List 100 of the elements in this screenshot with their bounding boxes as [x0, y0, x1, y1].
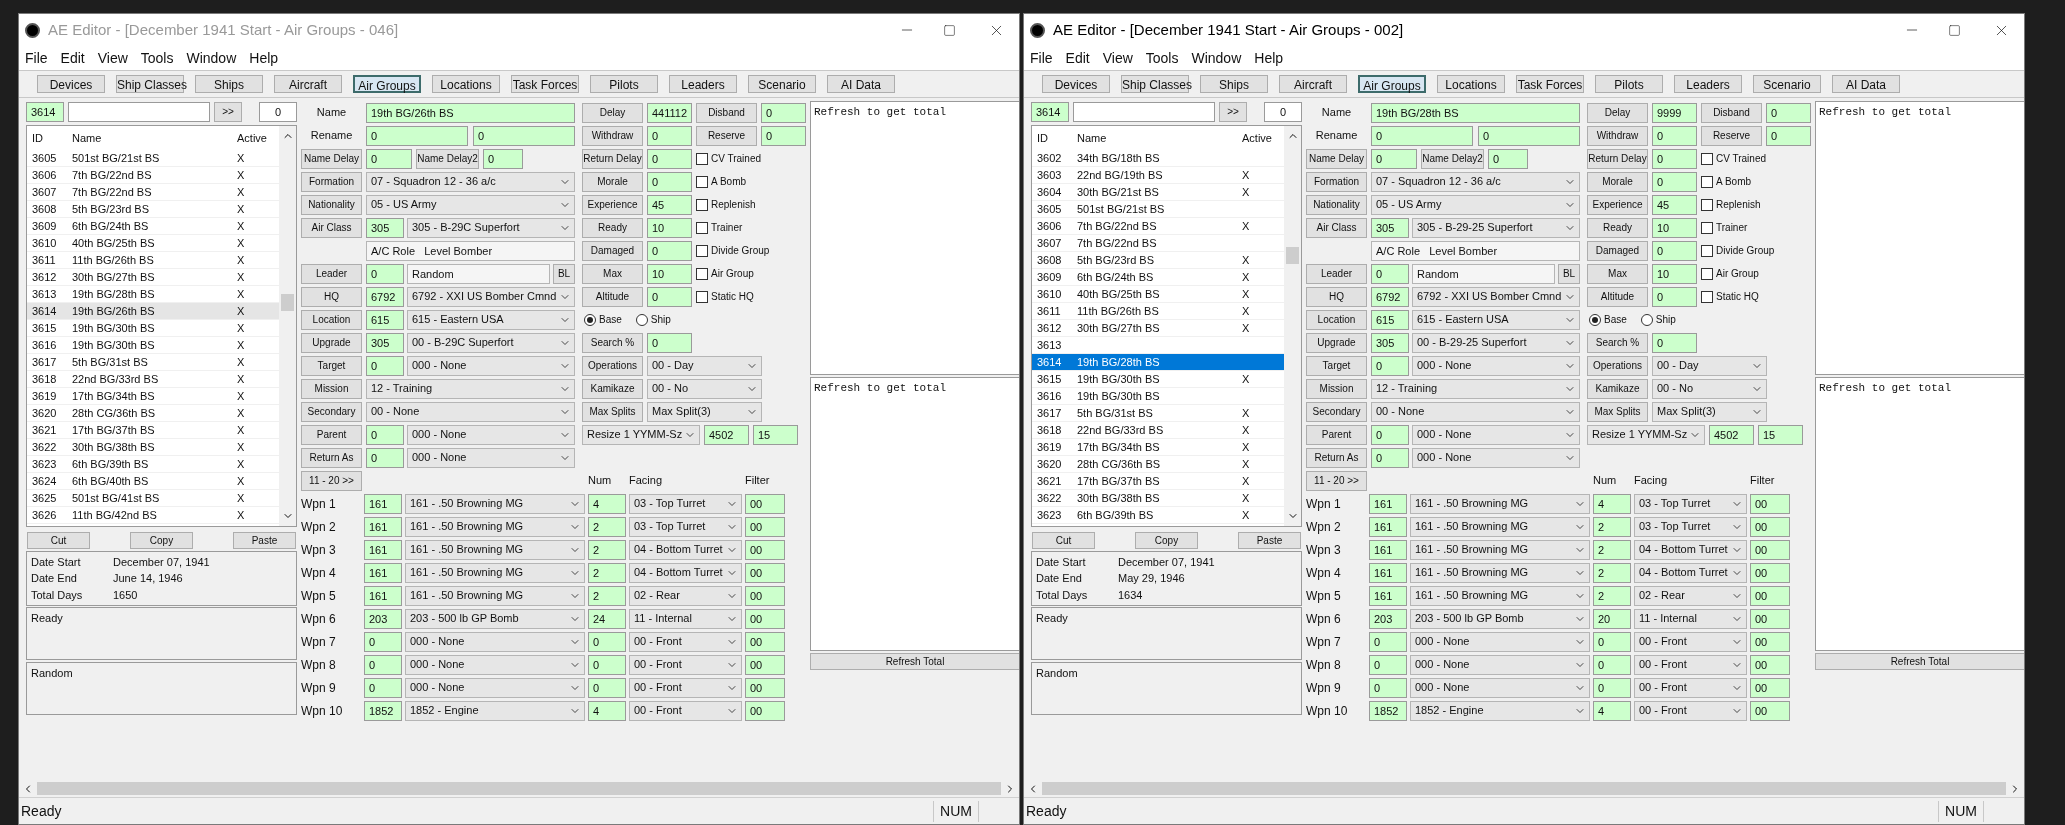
maximize-icon[interactable]: [1948, 23, 1961, 37]
label-button[interactable]: Delay: [1587, 102, 1648, 123]
label-button[interactable]: Withdraw: [582, 125, 643, 146]
input-field[interactable]: 0: [1593, 677, 1631, 698]
list-row[interactable]: 3605 501st BG/21st BS: [1032, 201, 1284, 218]
label-button[interactable]: Location: [1306, 309, 1367, 330]
input-field[interactable]: 203: [1369, 608, 1407, 629]
dropdown[interactable]: 12 - Training: [366, 378, 575, 399]
label-button[interactable]: Target: [1306, 355, 1367, 376]
bl-button[interactable]: BL: [1558, 263, 1580, 284]
label-button[interactable]: Name Delay2: [416, 148, 479, 169]
scroll-thumb[interactable]: [281, 294, 294, 311]
input-field[interactable]: 9999: [1652, 102, 1697, 123]
input-field[interactable]: 4502: [1709, 424, 1754, 445]
input-field[interactable]: 00: [745, 516, 785, 537]
edit-button[interactable]: Cut: [1032, 532, 1095, 549]
dropdown[interactable]: 11 - Internal: [1634, 608, 1747, 629]
checkbox[interactable]: Replenish: [696, 197, 756, 212]
dropdown[interactable]: 04 - Bottom Turret: [629, 539, 742, 560]
input-field[interactable]: 0: [473, 125, 575, 146]
dropdown[interactable]: 000 - None: [407, 447, 575, 468]
dropdown[interactable]: 305 - B-29-25 Superfort: [1412, 217, 1580, 238]
input-field[interactable]: 203: [364, 608, 402, 629]
label-button[interactable]: Morale: [1587, 171, 1648, 192]
dropdown[interactable]: 03 - Top Turret: [629, 493, 742, 514]
input-field[interactable]: 0: [1593, 654, 1631, 675]
input-field[interactable]: 2: [588, 539, 626, 560]
dropdown[interactable]: 000 - None: [1410, 631, 1590, 652]
menu-item[interactable]: File: [25, 47, 48, 69]
dropdown[interactable]: 161 - .50 Browning MG: [405, 585, 585, 606]
radio-button[interactable]: Base: [584, 312, 622, 327]
list-row[interactable]: 3605 501st BG/21st BS X: [27, 150, 279, 167]
list-row[interactable]: 3623 6th BG/39th BS X: [27, 456, 279, 473]
menu-item[interactable]: Edit: [1065, 47, 1090, 69]
column-header[interactable]: ID: [27, 129, 67, 147]
input-field[interactable]: 0: [1652, 171, 1697, 192]
dropdown[interactable]: 00 - None: [366, 401, 575, 422]
label-button[interactable]: Mission: [301, 378, 362, 399]
dropdown[interactable]: 07 - Squadron 12 - 36 a/c: [1371, 171, 1580, 192]
input-field[interactable]: 4502: [704, 424, 749, 445]
dropdown[interactable]: 11 - Internal: [629, 608, 742, 629]
dropdown[interactable]: 00 - Front: [629, 700, 742, 721]
dropdown[interactable]: 000 - None: [407, 424, 575, 445]
label-button[interactable]: Nationality: [1306, 194, 1367, 215]
label-button[interactable]: Secondary: [301, 401, 362, 422]
edit-button[interactable]: Paste: [1238, 532, 1301, 549]
toolbar-tab[interactable]: Air Groups: [353, 75, 421, 93]
input-field[interactable]: 00: [1750, 677, 1790, 698]
toolbar-tab[interactable]: Task Forces: [1516, 75, 1584, 93]
list-row[interactable]: 3610 40th BG/25th BS X: [27, 235, 279, 252]
input-field[interactable]: 00: [745, 700, 785, 721]
label-button[interactable]: Return As: [301, 447, 362, 468]
checkbox[interactable]: Air Group: [696, 266, 754, 281]
dropdown[interactable]: 000 - None: [405, 677, 585, 698]
input-field[interactable]: 0: [364, 631, 402, 652]
label-button[interactable]: Max: [1587, 263, 1648, 284]
radio-button[interactable]: Ship: [635, 312, 671, 327]
label-button[interactable]: Location: [301, 309, 362, 330]
label-button[interactable]: Max: [582, 263, 643, 284]
input-field[interactable]: 1852: [1369, 700, 1407, 721]
list-row[interactable]: 3618 22nd BG/33rd BS X: [27, 371, 279, 388]
input-field[interactable]: 0: [647, 240, 692, 261]
list-row[interactable]: 3619 17th BG/34th BS X: [27, 388, 279, 405]
input-field[interactable]: 0: [647, 148, 692, 169]
toolbar-tab[interactable]: Task Forces: [511, 75, 579, 93]
list-row[interactable]: 3610 40th BG/25th BS X: [1032, 286, 1284, 303]
checkbox[interactable]: Air Group: [1701, 266, 1759, 281]
label-button[interactable]: Experience: [1587, 194, 1648, 215]
label-button[interactable]: Formation: [301, 171, 362, 192]
input-field[interactable]: 0: [1369, 631, 1407, 652]
list-row[interactable]: 3618 22nd BG/33rd BS X: [1032, 422, 1284, 439]
label-button[interactable]: Upgrade: [1306, 332, 1367, 353]
search-field[interactable]: [1073, 101, 1215, 122]
menu-item[interactable]: File: [1030, 47, 1053, 69]
menu-item[interactable]: View: [97, 47, 128, 69]
column-header[interactable]: Name: [1072, 129, 1237, 147]
dropdown[interactable]: 1852 - Engine: [1410, 700, 1590, 721]
refresh-button[interactable]: Refresh Total: [810, 653, 1019, 670]
list-row[interactable]: 3625 501st BG/41st BS X: [27, 490, 279, 507]
input-field[interactable]: 4: [1593, 493, 1631, 514]
input-field[interactable]: 0: [366, 424, 404, 445]
label-button[interactable]: Return As: [1306, 447, 1367, 468]
go-button[interactable]: >>: [1219, 101, 1247, 122]
input-field[interactable]: 10: [647, 263, 692, 284]
next-page-button[interactable]: 11 - 20 >>: [1306, 470, 1367, 491]
label-button[interactable]: Morale: [582, 171, 643, 192]
edit-button[interactable]: Paste: [233, 532, 296, 549]
checkbox[interactable]: Trainer: [696, 220, 743, 235]
list-row[interactable]: 3612 30th BG/27th BS X: [1032, 320, 1284, 337]
dropdown[interactable]: 203 - 500 lb GP Bomb: [1410, 608, 1590, 629]
label-button[interactable]: Return Delay: [582, 148, 643, 169]
input-field[interactable]: 00: [1750, 654, 1790, 675]
scrollbar[interactable]: [1284, 126, 1301, 526]
input-field[interactable]: 0: [483, 148, 523, 169]
dropdown[interactable]: 305 - B-29C Superfort: [407, 217, 575, 238]
checkbox[interactable]: Divide Group: [1701, 243, 1775, 258]
list-row[interactable]: 3607 7th BG/22nd BS: [1032, 235, 1284, 252]
list-row[interactable]: 3606 7th BG/22nd BS X: [27, 167, 279, 184]
list-row[interactable]: 3622 30th BG/38th BS X: [1032, 490, 1284, 507]
column-header[interactable]: ID: [1032, 129, 1072, 147]
